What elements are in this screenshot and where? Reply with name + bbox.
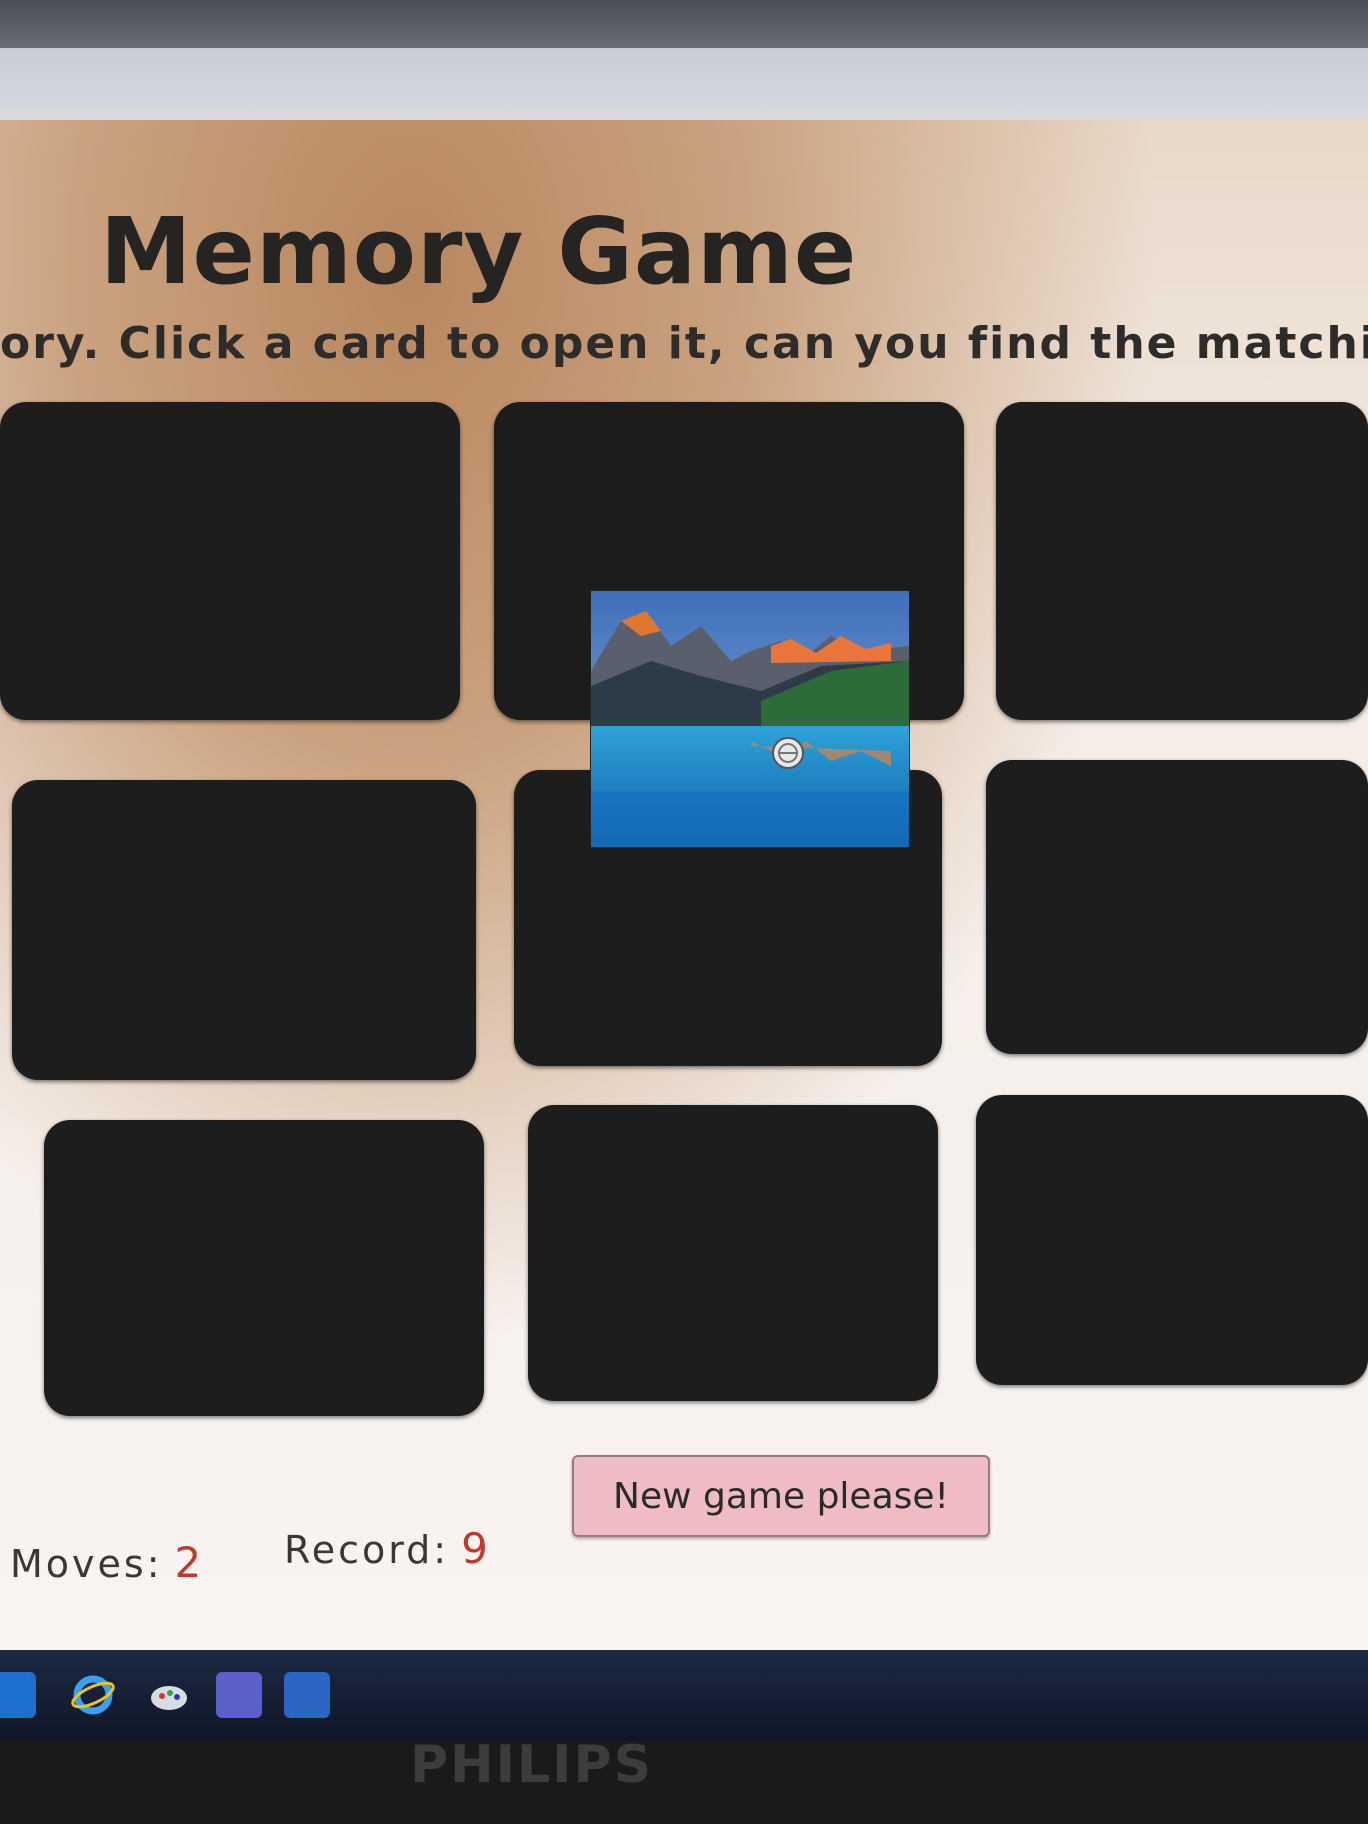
record-label: Record: bbox=[284, 1528, 450, 1572]
monitor-brand-logo: PHILIPS bbox=[410, 1735, 654, 1795]
memory-card-4[interactable] bbox=[12, 780, 476, 1080]
page-instructions: ory. Click a card to open it, can you fi… bbox=[0, 318, 1368, 369]
page-title: Memory Game bbox=[100, 198, 858, 305]
taskbar bbox=[0, 1650, 1368, 1740]
memory-card-9[interactable] bbox=[976, 1095, 1368, 1385]
moves-label: Moves: bbox=[10, 1542, 163, 1586]
browser-chrome bbox=[0, 48, 1368, 120]
teams-icon[interactable] bbox=[216, 1672, 262, 1718]
cursor-icon bbox=[770, 735, 806, 771]
game-page: Memory Game ory. Click a card to open it… bbox=[0, 120, 1368, 1650]
memory-card-6[interactable] bbox=[986, 760, 1368, 1054]
moves-counter: Moves: 2 bbox=[10, 1538, 204, 1587]
new-game-button[interactable]: New game please! bbox=[572, 1455, 990, 1537]
memory-card-7[interactable] bbox=[44, 1120, 484, 1416]
record-counter: Record: 9 bbox=[284, 1524, 491, 1573]
memory-card-3[interactable] bbox=[996, 402, 1368, 720]
word-icon[interactable] bbox=[284, 1672, 330, 1718]
moves-value: 2 bbox=[174, 1538, 205, 1587]
memory-card-1[interactable] bbox=[0, 402, 460, 720]
mountain-lake-photo bbox=[590, 590, 910, 848]
monitor-top-bezel bbox=[0, 0, 1368, 48]
internet-explorer-icon[interactable] bbox=[70, 1672, 116, 1718]
paint-icon[interactable] bbox=[146, 1672, 192, 1718]
outlook-icon[interactable] bbox=[0, 1672, 36, 1718]
monitor-bezel bbox=[0, 1740, 1368, 1824]
record-value: 9 bbox=[461, 1524, 491, 1573]
memory-card-8[interactable] bbox=[528, 1105, 938, 1401]
